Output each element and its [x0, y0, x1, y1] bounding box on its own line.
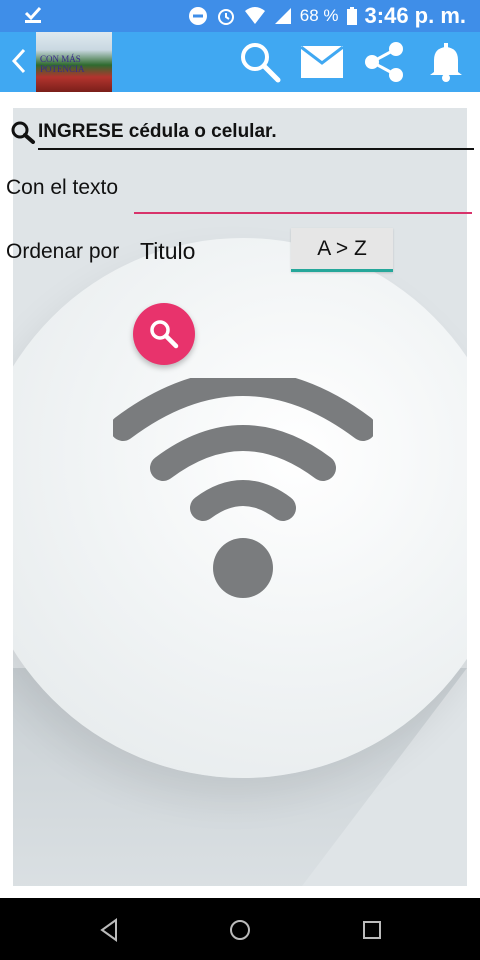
home-nav-icon[interactable]: [226, 916, 254, 944]
app-bar: CON MÁS POTENCIA: [0, 32, 480, 92]
bell-icon: [430, 43, 462, 82]
sort-label: Ordenar por: [6, 240, 120, 263]
battery-percent: 68 %: [299, 6, 339, 25]
recents-nav-icon[interactable]: [358, 916, 386, 944]
text-filter-label: Con el texto: [6, 176, 119, 199]
app-logo: CON MÁS POTENCIA: [36, 32, 112, 92]
share-icon: [365, 42, 403, 82]
notifications-button[interactable]: [424, 40, 468, 84]
sort-order-button[interactable]: A > Z: [291, 228, 393, 272]
logo-text: CON MÁS POTENCIA: [40, 54, 85, 74]
search-icon: [150, 320, 179, 349]
search-button[interactable]: [238, 40, 282, 84]
back-nav-icon[interactable]: [96, 916, 124, 944]
alarm-icon: [216, 6, 236, 26]
wifi-icon: [113, 378, 373, 598]
wifi-signal-icon: [244, 7, 266, 25]
do-not-disturb-icon: [188, 6, 208, 26]
cell-signal-icon: [274, 7, 292, 25]
share-button[interactable]: [362, 40, 406, 84]
search-icon: [241, 43, 281, 83]
search-fab-button[interactable]: [133, 303, 195, 365]
text-filter-input[interactable]: [134, 176, 472, 214]
search-input[interactable]: [38, 118, 474, 150]
sort-field-select[interactable]: Titulo: [140, 238, 195, 265]
search-row: [10, 118, 474, 150]
back-button[interactable]: [8, 44, 32, 80]
status-time: 3:46 p. m.: [364, 3, 466, 28]
chevron-left-icon: [11, 48, 26, 74]
battery-icon: [346, 7, 357, 25]
mail-icon: [300, 45, 344, 78]
download-done-icon: [24, 4, 42, 30]
mail-button[interactable]: [300, 40, 344, 84]
search-icon: [11, 121, 35, 144]
status-bar: 68 % 3:46 p. m.: [0, 0, 480, 32]
nav-bar: [0, 898, 480, 960]
content-panel: [13, 108, 467, 886]
